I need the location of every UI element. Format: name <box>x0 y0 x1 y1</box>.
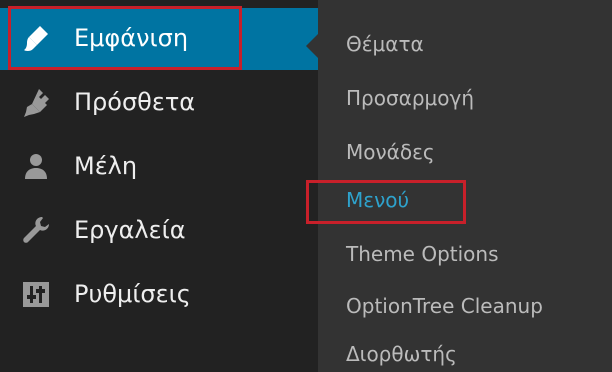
plugin-icon <box>20 86 52 118</box>
sidebar-item-label: Εμφάνιση <box>74 24 189 52</box>
submenu-item-customize[interactable]: Προσαρμογή <box>346 84 474 112</box>
sidebar-item-settings[interactable]: Ρυθμίσεις <box>0 264 318 326</box>
sidebar-item-label: Πρόσθετα <box>74 88 196 116</box>
submenu-item-themes[interactable]: Θέματα <box>346 30 424 58</box>
sidebar-item-tools[interactable]: Εργαλεία <box>0 200 318 262</box>
paintbrush-icon <box>20 22 52 54</box>
submenu-pointer <box>306 34 318 58</box>
admin-sidebar: Εμφάνιση Πρόσθετα Μέλη Εργαλεία Ρυθμίσει… <box>0 0 318 372</box>
sidebar-item-appearance[interactable]: Εμφάνιση <box>0 8 318 70</box>
submenu-item-optiontree-cleanup[interactable]: OptionTree Cleanup <box>346 292 543 320</box>
admin-menu-screenshot: Εμφάνιση Πρόσθετα Μέλη Εργαλεία Ρυθμίσει… <box>0 0 612 372</box>
sidebar-item-users[interactable]: Μέλη <box>0 136 318 198</box>
appearance-submenu: Θέματα Προσαρμογή Μονάδες Μενού Theme Op… <box>318 0 612 372</box>
sidebar-item-label: Μέλη <box>74 152 138 180</box>
sidebar-item-plugins[interactable]: Πρόσθετα <box>0 72 318 134</box>
sidebar-item-label: Ρυθμίσεις <box>74 280 191 308</box>
sidebar-item-label: Εργαλεία <box>74 216 186 244</box>
users-icon <box>20 150 52 182</box>
submenu-item-editor[interactable]: Διορθωτής <box>346 340 457 368</box>
submenu-item-theme-options[interactable]: Theme Options <box>346 240 499 268</box>
submenu-item-widgets[interactable]: Μονάδες <box>346 138 435 166</box>
submenu-item-menus[interactable]: Μενού <box>346 186 409 214</box>
wrench-icon <box>20 214 52 246</box>
settings-sliders-icon <box>20 278 52 310</box>
